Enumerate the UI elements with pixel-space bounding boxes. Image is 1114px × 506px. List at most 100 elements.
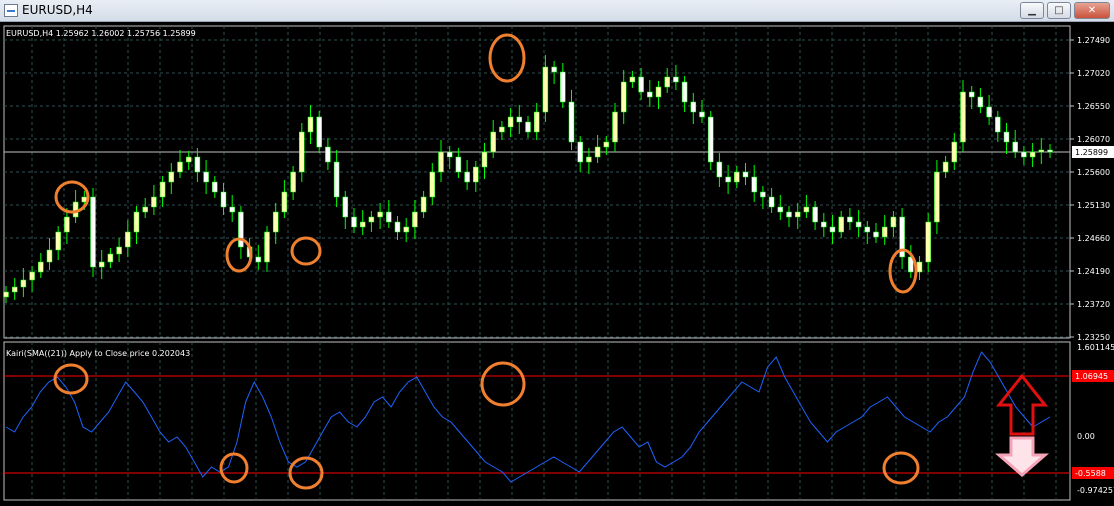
candle-body xyxy=(821,221,827,228)
candle-body xyxy=(177,161,183,173)
candle-body xyxy=(855,221,862,228)
candle-body xyxy=(768,196,775,208)
indicator-pane-border xyxy=(3,341,1071,501)
candle-body xyxy=(107,253,114,263)
price-axis-label: 1.24190 xyxy=(1077,267,1110,276)
candle-body xyxy=(238,211,244,248)
candle-body xyxy=(786,211,792,218)
candle-body xyxy=(760,191,766,198)
candle-body xyxy=(72,201,79,218)
candle-body xyxy=(629,76,636,83)
candle-body xyxy=(1029,151,1036,158)
candle-body xyxy=(473,166,479,183)
candle-body xyxy=(847,216,853,223)
close-icon: ✕ xyxy=(1087,5,1097,16)
price-axis-label: 1.24660 xyxy=(1077,234,1110,243)
candle-body xyxy=(46,249,53,263)
candle-body xyxy=(168,171,175,183)
candle-body xyxy=(307,116,314,133)
marker-circle xyxy=(53,363,89,395)
candle-body xyxy=(647,91,653,98)
price-axis-label: 1.23250 xyxy=(1077,333,1110,342)
candle-body xyxy=(803,206,810,213)
candle-body xyxy=(412,211,418,228)
candle-body xyxy=(3,291,9,298)
price-axis-label: 1.27490 xyxy=(1077,36,1110,45)
candle-body xyxy=(560,71,566,103)
candle-body xyxy=(151,196,157,208)
candle-body xyxy=(90,196,96,268)
candle-body xyxy=(429,171,436,198)
candle-body xyxy=(864,226,871,233)
candle-body xyxy=(881,226,888,238)
candle-body xyxy=(951,141,958,163)
candle-body xyxy=(394,221,401,233)
candle-body xyxy=(220,191,227,208)
marker-circle xyxy=(219,452,249,484)
candle-body xyxy=(264,231,270,263)
annotation-circles xyxy=(53,33,920,490)
candle-body xyxy=(916,261,923,273)
candle-body xyxy=(299,131,305,173)
candle-body xyxy=(272,211,279,233)
candle-body xyxy=(1038,149,1045,153)
candle-body xyxy=(568,101,575,143)
candle-body xyxy=(960,91,966,143)
candle-body xyxy=(551,66,557,73)
candle-body xyxy=(620,81,627,113)
candlesticks xyxy=(3,55,1053,303)
candle-body xyxy=(133,211,140,233)
kairi-line xyxy=(5,351,1051,483)
candle-body xyxy=(255,256,262,263)
close-button[interactable]: ✕ xyxy=(1074,2,1110,19)
maximize-icon: □ xyxy=(1054,5,1064,16)
maximize-button[interactable]: □ xyxy=(1047,2,1071,19)
candle-body xyxy=(533,111,540,133)
candle-body xyxy=(638,76,644,93)
candle-body xyxy=(368,216,375,223)
arrow-down-icon xyxy=(994,436,1050,477)
chart-window[interactable]: EURUSD,H4 1.25962 1.26002 1.25756 1.2589… xyxy=(0,22,1114,506)
candle-body xyxy=(925,221,931,263)
marker-circle xyxy=(480,361,526,407)
candle-body xyxy=(185,156,192,163)
candle-body xyxy=(499,126,505,133)
candle-body xyxy=(29,271,35,281)
candle-body xyxy=(977,96,984,108)
candle-body xyxy=(603,141,610,148)
candle-body xyxy=(968,91,975,98)
candle-body xyxy=(873,231,879,238)
candle-body xyxy=(890,216,897,228)
minimize-icon: ▁ xyxy=(1028,5,1036,16)
candle-body xyxy=(377,211,383,218)
candle-body xyxy=(386,211,392,223)
candle-body xyxy=(212,181,218,193)
indicator-info-label: Kairi(SMA((21)) Apply to Close price 0.2… xyxy=(6,349,190,358)
indicator-axis-label: -0.974257 xyxy=(1077,486,1114,495)
candle-body xyxy=(734,171,740,183)
candle-body xyxy=(942,161,949,173)
price-axis-label: 1.27020 xyxy=(1077,69,1110,78)
candle-body xyxy=(507,116,514,128)
candle-body xyxy=(359,221,366,228)
candle-body xyxy=(1003,131,1010,143)
candle-body xyxy=(420,196,427,213)
upper-level-label: 1.06945 xyxy=(1075,372,1108,381)
minimize-button[interactable]: ▁ xyxy=(1020,2,1044,19)
candle-body xyxy=(664,76,670,88)
price-axis-label: 1.25600 xyxy=(1077,168,1110,177)
candle-body xyxy=(116,246,122,255)
candle-body xyxy=(516,116,523,123)
candle-body xyxy=(351,216,357,228)
candle-body xyxy=(838,216,844,233)
candle-body xyxy=(481,151,488,168)
candle-body xyxy=(1047,149,1053,153)
candle-body xyxy=(542,66,549,113)
candle-body xyxy=(525,121,531,133)
price-chart[interactable]: EURUSD,H4 1.25962 1.26002 1.25756 1.2589… xyxy=(0,22,1114,506)
candle-body xyxy=(742,171,749,178)
candle-body xyxy=(725,176,731,183)
candle-body xyxy=(673,76,679,83)
candle-body xyxy=(98,261,105,268)
candle-body xyxy=(455,156,462,173)
